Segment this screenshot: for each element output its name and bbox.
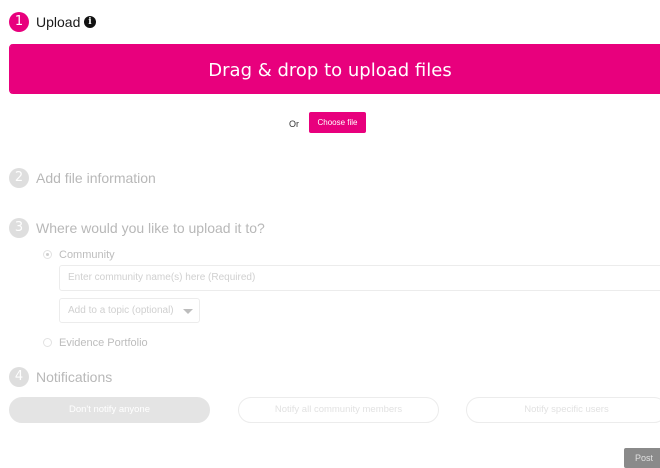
step-4-title: Notifications <box>36 369 113 385</box>
info-icon[interactable]: i <box>84 16 96 28</box>
step-1-title: Upload <box>36 14 81 30</box>
step-1-number: 1 <box>9 12 29 32</box>
step-3-number: 3 <box>9 218 29 238</box>
dropzone-label: Drag & drop to upload files <box>208 60 452 81</box>
radio-selected-dot <box>46 253 49 256</box>
step-2-number: 2 <box>9 168 29 188</box>
community-radio[interactable] <box>43 250 52 259</box>
step-3-title: Where would you like to upload it to? <box>36 220 265 236</box>
step-2-title[interactable]: Add file information <box>36 168 156 188</box>
topic-select[interactable]: Add to a topic (optional) <box>59 298 200 323</box>
community-label: Community <box>59 249 115 261</box>
or-label: Or <box>289 119 299 129</box>
post-button[interactable]: Post <box>624 448 660 468</box>
evidence-portfolio-label: Evidence Portfolio <box>59 337 148 349</box>
community-name-input[interactable]: Enter community name(s) here (Required) <box>59 265 660 291</box>
notify-all-members-button[interactable]: Notify all community members <box>238 397 439 423</box>
notify-specific-users-button[interactable]: Notify specific users <box>466 397 660 423</box>
choose-file-button[interactable]: Choose file <box>309 112 366 133</box>
evidence-portfolio-radio[interactable] <box>43 338 52 347</box>
dont-notify-button[interactable]: Don't notify anyone <box>9 397 210 423</box>
step-4-number: 4 <box>9 367 29 387</box>
chevron-down-icon <box>183 309 193 314</box>
